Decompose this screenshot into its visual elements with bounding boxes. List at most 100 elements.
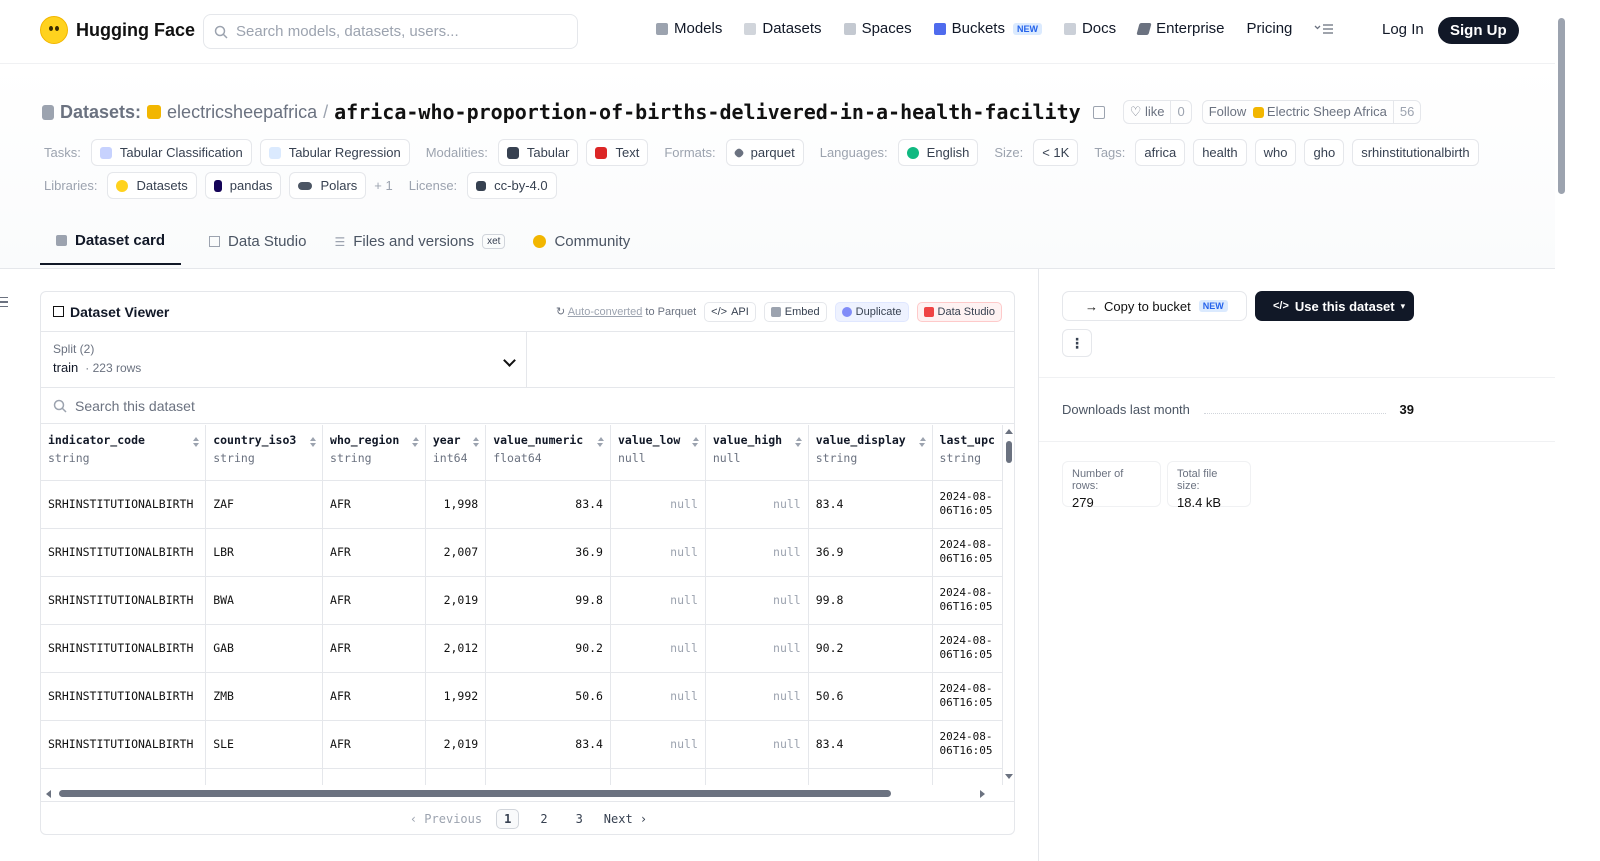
auto-converted-link[interactable]: Auto-converted	[568, 306, 643, 318]
sort-icon[interactable]	[919, 437, 926, 447]
tag-srhinstitutionalbirth[interactable]: srhinstitutionalbirth	[1352, 139, 1479, 166]
signup-button[interactable]: Sign Up	[1438, 17, 1519, 44]
tag-english[interactable]: English	[897, 139, 979, 166]
next-page-button[interactable]: Next ›	[604, 812, 647, 826]
column-header[interactable]: year int64	[425, 425, 487, 481]
tag-who[interactable]: who	[1254, 139, 1297, 166]
embed-icon	[770, 306, 781, 317]
column-header[interactable]: value_numeric float64	[485, 425, 611, 481]
copy-to-bucket-button[interactable]: → Copy to bucket NEW	[1062, 291, 1247, 321]
scroll-left-icon[interactable]	[46, 790, 51, 798]
table-row[interactable]: SRHINSTITUTIONALBIRTH GAB AFR 2,012 90.2 null…	[41, 624, 1003, 673]
search-icon	[214, 25, 228, 39]
scroll-down-icon[interactable]	[1005, 774, 1013, 779]
nav-docs[interactable]: Docs	[1063, 20, 1116, 37]
api-button[interactable]: </> API	[704, 301, 756, 322]
use-this-dataset-button[interactable]: </> Use this dataset ▾	[1255, 291, 1414, 321]
tab-files-and-versions[interactable]: ☰ Files and versions xet	[334, 232, 506, 265]
tag-health[interactable]: health	[1193, 139, 1247, 166]
sort-icon[interactable]	[692, 437, 699, 447]
main-nav: Models Datasets Spaces Buckets NEW Docs E…	[656, 20, 1334, 37]
downloads-stat: Downloads last month 39	[1062, 402, 1414, 417]
tab-dataset-card[interactable]: Dataset card	[40, 232, 182, 265]
sort-icon[interactable]	[412, 437, 419, 447]
login-link[interactable]: Log In	[1382, 21, 1424, 38]
column-name: country_iso3	[213, 433, 297, 447]
globe-icon	[906, 146, 919, 159]
scroll-thumb[interactable]	[1006, 441, 1012, 463]
scroll-thumb[interactable]	[1558, 18, 1565, 194]
sidebar-toggle-icon[interactable]	[0, 297, 8, 307]
sort-icon[interactable]	[192, 437, 200, 447]
bucket-icon	[933, 22, 946, 35]
tag-pandas[interactable]: pandas	[204, 172, 282, 199]
scroll-thumb[interactable]	[59, 790, 891, 797]
page-scrollbar[interactable]	[1555, 0, 1568, 861]
tag-polars[interactable]: Polars	[289, 172, 367, 199]
sort-icon[interactable]	[472, 437, 480, 447]
dataset-search[interactable]	[41, 388, 1014, 424]
table-row[interactable]: SRHINSTITUTIONALBIRTH LBR AFR 2,007 36.9 null…	[41, 528, 1003, 577]
global-search-input[interactable]	[236, 23, 556, 40]
table-row[interactable]: SRHINSTITUTIONALBIRTH ZAF AFR 1,998 83.4 null…	[41, 480, 1003, 529]
table-row[interactable]: SRHINSTITUTIONALBIRTH BWA AFR 2,019 99.8 null…	[41, 576, 1003, 625]
tag-africa[interactable]: africa	[1135, 139, 1186, 166]
tag-tabular-classification[interactable]: Tabular Classification	[90, 139, 252, 166]
more-libraries[interactable]: + 1	[374, 178, 392, 193]
column-header[interactable]: value_display string	[808, 425, 933, 481]
tag-parquet[interactable]: parquet	[725, 139, 804, 166]
column-header[interactable]: indicator_code string	[41, 425, 207, 481]
tab-data-studio[interactable]: Data Studio	[209, 232, 306, 265]
auto-converted-note[interactable]: ↻ Auto-converted to Parquet	[556, 305, 696, 318]
brand-logo[interactable]: Hugging Face	[40, 16, 195, 44]
tag-tabular[interactable]: Tabular	[497, 139, 579, 166]
tag-gho[interactable]: gho	[1304, 139, 1345, 166]
sort-icon[interactable]	[597, 437, 604, 447]
scroll-up-icon[interactable]	[1005, 429, 1013, 434]
sort-icon[interactable]	[795, 437, 802, 447]
nav-pricing[interactable]: Pricing	[1247, 20, 1293, 37]
vertical-scrollbar[interactable]	[1003, 425, 1014, 785]
column-header[interactable]: country_iso3 string	[205, 425, 324, 481]
tag-size[interactable]: < 1K	[1033, 139, 1079, 166]
repo-name[interactable]: africa-who-proportion-of-births-delivere…	[334, 100, 1081, 124]
nav-datasets[interactable]: Datasets	[744, 20, 822, 37]
nav-models[interactable]: Models	[656, 20, 722, 37]
arrow-right-icon: →	[1085, 298, 1098, 314]
duplicate-button[interactable]: Duplicate	[834, 301, 909, 322]
tab-community[interactable]: Community	[533, 232, 630, 265]
table-row[interactable]: SRHINSTITUTIONALBIRTH SLE AFR 2,019 83.4 null…	[41, 720, 1003, 769]
sort-icon[interactable]	[309, 437, 317, 447]
column-header[interactable]: last_upc string	[932, 425, 1003, 481]
data-studio-button[interactable]: Data Studio	[916, 301, 1002, 322]
tag-license[interactable]: cc-by-4.0	[467, 172, 557, 199]
more-options-button[interactable]: ⋮	[1062, 329, 1092, 357]
nav-spaces[interactable]: Spaces	[843, 20, 912, 37]
dataset-search-input[interactable]	[75, 397, 575, 414]
repo-org-link[interactable]: electricsheepafrica	[167, 102, 317, 123]
tag-tabular-regression[interactable]: Tabular Regression	[259, 139, 410, 166]
scroll-right-icon[interactable]	[980, 790, 985, 798]
nav-more-menu[interactable]	[1314, 23, 1334, 35]
repo-kind[interactable]: Datasets:	[60, 102, 141, 123]
column-header[interactable]: value_low null	[610, 425, 706, 481]
page-1-button[interactable]: 1	[496, 809, 520, 829]
column-header[interactable]: value_high null	[705, 425, 809, 481]
embed-button[interactable]: Embed	[763, 301, 827, 322]
page-3-button[interactable]: 3	[569, 810, 590, 828]
nav-buckets[interactable]: Buckets NEW	[933, 20, 1042, 37]
horizontal-scrollbar[interactable]	[41, 785, 1003, 801]
table-row[interactable]: 2024-08-	[41, 768, 1003, 785]
tag-text[interactable]: Text	[586, 139, 649, 166]
table-row[interactable]: SRHINSTITUTIONALBIRTH ZMB AFR 1,992 50.6 null…	[41, 672, 1003, 721]
page-2-button[interactable]: 2	[533, 810, 554, 828]
copy-icon[interactable]	[1092, 105, 1105, 119]
column-header[interactable]: who_region string	[322, 425, 426, 481]
split-selector[interactable]: Split (2) train · 223 rows	[41, 332, 527, 387]
previous-page-button[interactable]: ‹ Previous	[410, 812, 482, 826]
follow-button[interactable]: Follow Electric Sheep Africa 56	[1201, 100, 1422, 124]
tag-datasets-lib[interactable]: Datasets	[107, 172, 197, 199]
nav-enterprise[interactable]: Enterprise	[1136, 20, 1225, 37]
like-button[interactable]: ♡ like 0	[1122, 100, 1192, 124]
global-search[interactable]	[203, 14, 578, 49]
